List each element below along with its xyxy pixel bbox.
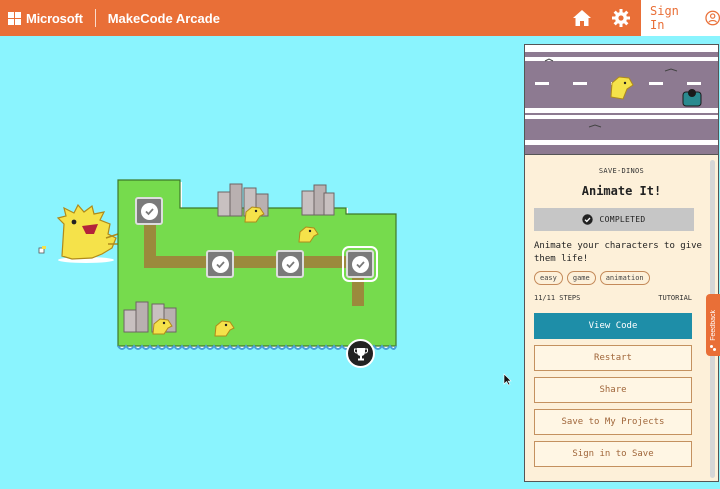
tutorial-kind: TUTORIAL <box>658 294 692 302</box>
view-code-button[interactable]: View Code <box>534 313 692 339</box>
completed-label: COMPLETED <box>599 215 646 224</box>
user-circle-icon <box>704 10 720 26</box>
dino-sprite <box>152 318 173 335</box>
tag-list: easy game animation <box>534 271 709 285</box>
check-circle-icon <box>582 214 594 225</box>
feedback-label: Feedback <box>709 310 717 341</box>
game-preview[interactable] <box>525 45 718 155</box>
gear-icon[interactable] <box>611 8 631 28</box>
rock-cluster <box>301 184 335 216</box>
check-icon <box>351 255 369 273</box>
tag-game: game <box>566 271 596 285</box>
tutorial-map <box>0 36 522 489</box>
sign-in-label: Sign In <box>650 4 679 32</box>
check-icon <box>281 255 299 273</box>
tag-animation: animation <box>599 271 650 285</box>
share-button[interactable]: Share <box>534 377 692 403</box>
tutorial-kicker: SAVE-DINOS <box>598 167 645 175</box>
dino-sprite <box>298 226 319 243</box>
step-node-completed[interactable] <box>135 197 163 225</box>
check-icon <box>140 202 158 220</box>
header-divider <box>94 9 96 27</box>
feedback-icon <box>710 345 716 351</box>
mouse-cursor-icon <box>503 373 512 386</box>
tutorial-title: Animate It! <box>581 184 662 198</box>
feedback-tab[interactable]: Feedback <box>706 294 720 356</box>
completed-badge: COMPLETED <box>534 208 694 231</box>
sign-in-to-save-button[interactable]: Sign in to Save <box>534 441 692 467</box>
app-title[interactable]: MakeCode Arcade <box>108 11 220 26</box>
step-node-completed[interactable] <box>276 250 304 278</box>
dino-sprite <box>214 320 235 337</box>
tutorial-description: Animate your characters to give them lif… <box>534 241 702 264</box>
tutorial-details: SAVE-DINOS Animate It! COMPLETED Animate… <box>525 155 718 481</box>
microsoft-logo[interactable]: Microsoft <box>8 11 83 26</box>
sign-in-button[interactable]: Sign In <box>641 0 720 36</box>
restart-button[interactable]: Restart <box>534 345 692 371</box>
tag-easy: easy <box>534 271 563 285</box>
step-node-completed[interactable] <box>206 250 234 278</box>
trophy-icon <box>353 347 368 360</box>
step-node-current[interactable] <box>342 246 378 282</box>
trophy-node[interactable] <box>346 339 375 368</box>
tutorial-side-panel: SAVE-DINOS Animate It! COMPLETED Animate… <box>524 44 719 482</box>
tiny-sprite <box>38 246 46 254</box>
home-icon[interactable] <box>572 8 592 28</box>
check-icon <box>211 255 229 273</box>
dino-sprite <box>244 206 265 223</box>
brand-label: Microsoft <box>26 10 83 26</box>
top-bar: Microsoft MakeCode Arcade Sign In <box>0 0 720 36</box>
steps-count: 11/11 STEPS <box>534 294 581 302</box>
game-preview-art <box>525 45 718 154</box>
save-to-projects-button[interactable]: Save to My Projects <box>534 409 692 435</box>
tutorial-meta: 11/11 STEPS TUTORIAL <box>534 294 692 302</box>
microsoft-logo-icon <box>8 11 21 25</box>
giant-dino-sprite <box>56 204 119 263</box>
